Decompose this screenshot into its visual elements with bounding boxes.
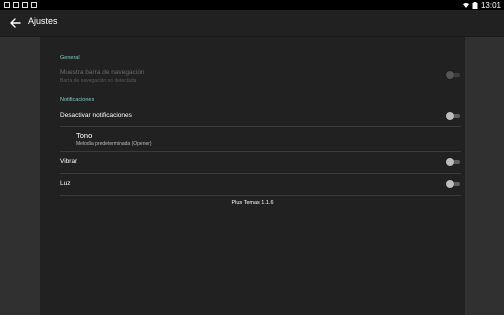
- section-header-general: General: [60, 55, 80, 61]
- setting-nav-bar-summary: Barra de navegación no detectada: [60, 78, 137, 84]
- disable-notifications-toggle[interactable]: [446, 112, 461, 120]
- setting-disable-notifications[interactable]: Desactivar notificaciones: [60, 107, 460, 125]
- divider: [60, 195, 461, 196]
- wifi-icon: [462, 2, 469, 8]
- arrow-back-icon[interactable]: [8, 16, 22, 30]
- photo-icon: [13, 2, 19, 8]
- status-time: 13:01: [480, 0, 501, 10]
- setting-light[interactable]: Luz: [60, 174, 460, 194]
- vibrate-toggle-thumb: [446, 158, 454, 166]
- vibrate-toggle[interactable]: [446, 158, 461, 166]
- settings-panel: General Muestra barra de navegación Barr…: [40, 37, 465, 315]
- disable-notifications-toggle-thumb: [446, 112, 454, 120]
- battery-icon: [472, 1, 478, 9]
- image-icon: [4, 2, 10, 8]
- camera-icon: [31, 2, 37, 8]
- setting-tone-title: Tono: [76, 131, 93, 140]
- page-title: Ajustes: [28, 16, 58, 26]
- nav-bar-toggle-thumb: [446, 71, 454, 79]
- gallery-icon: [22, 2, 28, 8]
- setting-tone[interactable]: Tono Melodía predeterminada (Opener): [60, 127, 460, 150]
- setting-tone-summary: Melodía predeterminada (Opener): [76, 141, 152, 147]
- setting-light-title: Luz: [60, 180, 71, 187]
- section-header-notifications: Notificaciones: [60, 97, 95, 103]
- setting-nav-bar: Muestra barra de navegación Barra de nav…: [60, 66, 460, 86]
- setting-nav-bar-title: Muestra barra de navegación: [60, 69, 145, 76]
- setting-vibrate[interactable]: Vibrar: [60, 152, 460, 172]
- app-bar: Ajustes: [0, 10, 504, 37]
- version-label: Plus Temas 1.1.6: [231, 200, 274, 206]
- light-toggle[interactable]: [446, 180, 461, 188]
- light-toggle-thumb: [446, 180, 454, 188]
- notification-icons: [4, 1, 37, 9]
- setting-disable-notifications-title: Desactivar notificaciones: [60, 112, 132, 119]
- system-icons: 13:01: [462, 0, 501, 10]
- setting-vibrate-title: Vibrar: [60, 158, 78, 165]
- nav-bar-toggle: [446, 71, 461, 79]
- status-bar: 13:01: [0, 0, 504, 10]
